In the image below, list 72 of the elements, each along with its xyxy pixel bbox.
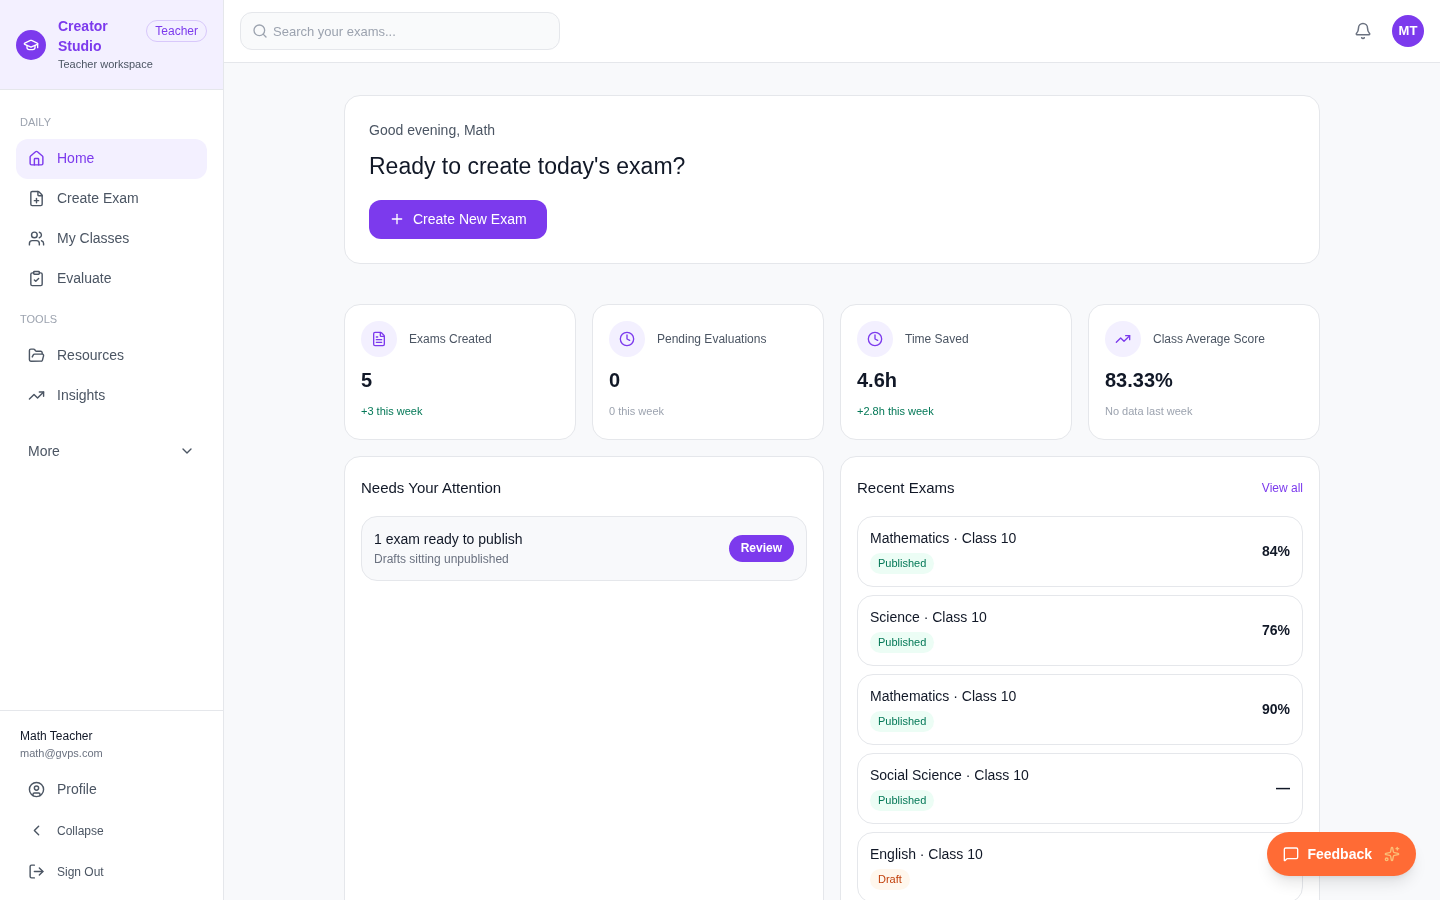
- stat-value: 4.6h: [857, 367, 899, 393]
- create-exam-button[interactable]: Create New Exam: [369, 199, 547, 239]
- stat-label: Time Saved: [905, 330, 969, 348]
- users-icon: [28, 230, 45, 247]
- section-heading: DAILY: [19, 115, 52, 130]
- file-plus-icon: [28, 190, 45, 207]
- stat-change: 0 this week: [609, 403, 666, 419]
- user-name: Math Teacher: [19, 727, 94, 745]
- exam-title: Social Science · Class 10: [870, 766, 1029, 786]
- logout-icon: [28, 863, 45, 880]
- more-toggle[interactable]: More: [16, 431, 207, 471]
- stat-change: +2.8h this week: [857, 403, 935, 419]
- exam-row[interactable]: Mathematics · Class 10 Published 90%: [857, 673, 1303, 745]
- nav-item[interactable]: Insights: [16, 375, 207, 415]
- search-icon: [252, 23, 268, 39]
- footer-nav-item[interactable]: Profile: [16, 769, 207, 810]
- nav-item[interactable]: Create Exam: [16, 178, 207, 219]
- status-tag: Draft: [870, 869, 910, 890]
- stat-label: Exams Created: [409, 330, 492, 348]
- exam-row[interactable]: Social Science · Class 10 Published —: [857, 752, 1303, 824]
- exam-row[interactable]: Science · Class 10 Published 76%: [857, 594, 1303, 666]
- nav-item[interactable]: Evaluate: [16, 258, 207, 299]
- status-tag: Published: [870, 632, 935, 653]
- status-tag: Published: [870, 553, 935, 574]
- view-all-link[interactable]: View all: [1261, 479, 1303, 498]
- exam-score: —: [1276, 778, 1290, 798]
- exam-row[interactable]: Mathematics · Class 10 Published 84%: [857, 515, 1303, 587]
- document-icon: [371, 330, 387, 347]
- user-avatar[interactable]: MT: [1392, 15, 1424, 47]
- panel-title: Needs Your Attention: [361, 478, 503, 498]
- status-tag: Published: [870, 711, 935, 732]
- attention-title: 1 exam ready to publish: [374, 529, 523, 549]
- folder-icon: [28, 346, 45, 364]
- stat-value: 0: [609, 367, 622, 393]
- exam-score: 90%: [1261, 699, 1290, 719]
- nav-item[interactable]: Home: [16, 138, 207, 179]
- footer-nav-item[interactable]: Sign Out: [16, 851, 207, 892]
- brand-name: Creator Studio: [58, 17, 109, 57]
- exam-title: English · Class 10: [870, 845, 983, 865]
- exam-title: Science · Class 10: [870, 608, 987, 628]
- exam-title: Mathematics · Class 10: [870, 687, 1017, 707]
- footer-nav-item[interactable]: Collapse: [16, 810, 207, 851]
- home-icon: [28, 150, 45, 167]
- search-field[interactable]: Search your exams...: [240, 12, 560, 50]
- plus-icon: [389, 211, 405, 227]
- brand-subtitle: Teacher workspace: [58, 57, 154, 73]
- status-tag: Published: [870, 790, 935, 811]
- panel-title: Recent Exams: [857, 478, 955, 498]
- user-circle-icon: [28, 781, 45, 798]
- stat-label: Class Average Score: [1153, 330, 1265, 348]
- nav-item[interactable]: Resources: [16, 335, 207, 375]
- stat-change: +3 this week: [361, 403, 424, 419]
- notifications-icon[interactable]: [1354, 22, 1372, 40]
- clock-icon: [619, 330, 635, 347]
- stat-value: 83.33%: [1105, 367, 1174, 393]
- sparkles-icon: [1384, 846, 1400, 862]
- chat-icon: [1283, 846, 1300, 862]
- section-heading: TOOLS: [19, 311, 59, 327]
- greeting-title: Ready to create today's exam?: [369, 152, 686, 181]
- exam-score: 76%: [1261, 620, 1290, 640]
- stat-change: No data last week: [1105, 403, 1194, 419]
- greeting-subtitle: Good evening, Math: [369, 121, 496, 140]
- attention-subtitle: Drafts sitting unpublished: [374, 550, 510, 568]
- clipboard-icon: [28, 270, 45, 287]
- exam-score: 84%: [1261, 541, 1290, 561]
- review-button[interactable]: Review: [728, 534, 794, 562]
- clock-icon: [867, 330, 883, 347]
- nav-item[interactable]: My Classes: [16, 218, 207, 259]
- user-email: math@gvps.com: [19, 745, 104, 761]
- exam-title: Mathematics · Class 10: [870, 529, 1017, 549]
- stat-value: 5: [361, 367, 374, 393]
- stat-label: Pending Evaluations: [657, 330, 767, 348]
